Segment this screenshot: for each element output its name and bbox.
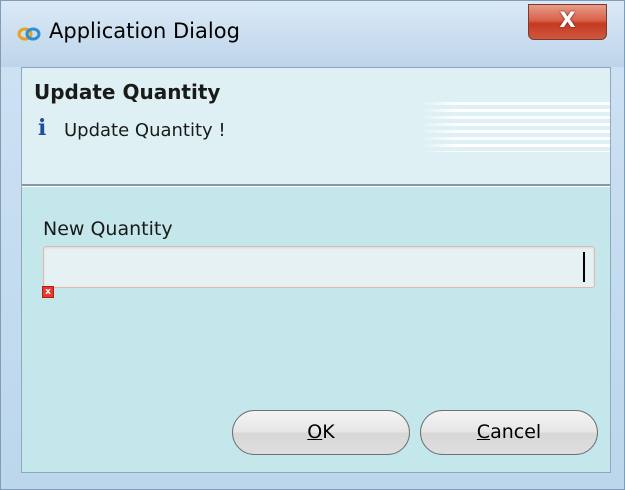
header-separator: [22, 184, 610, 187]
cancel-label-rest: ancel: [490, 421, 542, 443]
dialog-header: Update Quantity i Update Quantity !: [22, 68, 610, 186]
link-chain-icon: [17, 27, 41, 41]
header-title: Update Quantity: [34, 80, 221, 104]
dialog-content: Update Quantity i Update Quantity ! New …: [21, 67, 611, 473]
title-bar[interactable]: Application Dialog X: [1, 1, 624, 67]
error-icon: x: [42, 286, 54, 298]
close-icon: X: [559, 8, 576, 32]
window-title: Application Dialog: [49, 19, 240, 43]
ok-label-rest: K: [322, 421, 335, 443]
text-caret: [583, 252, 585, 282]
cancel-mnemonic: C: [476, 421, 491, 443]
ok-button[interactable]: OK: [232, 410, 410, 455]
header-decoration: [420, 102, 610, 152]
ok-mnemonic: O: [307, 421, 323, 443]
header-message: Update Quantity !: [64, 120, 226, 141]
new-quantity-input[interactable]: [43, 246, 595, 288]
cancel-button[interactable]: Cancel: [420, 410, 598, 455]
info-icon: i: [38, 115, 47, 141]
close-button[interactable]: X: [528, 4, 607, 40]
new-quantity-label: New Quantity: [43, 218, 173, 240]
application-dialog-window: Application Dialog X Update Quantity i U…: [0, 0, 625, 490]
